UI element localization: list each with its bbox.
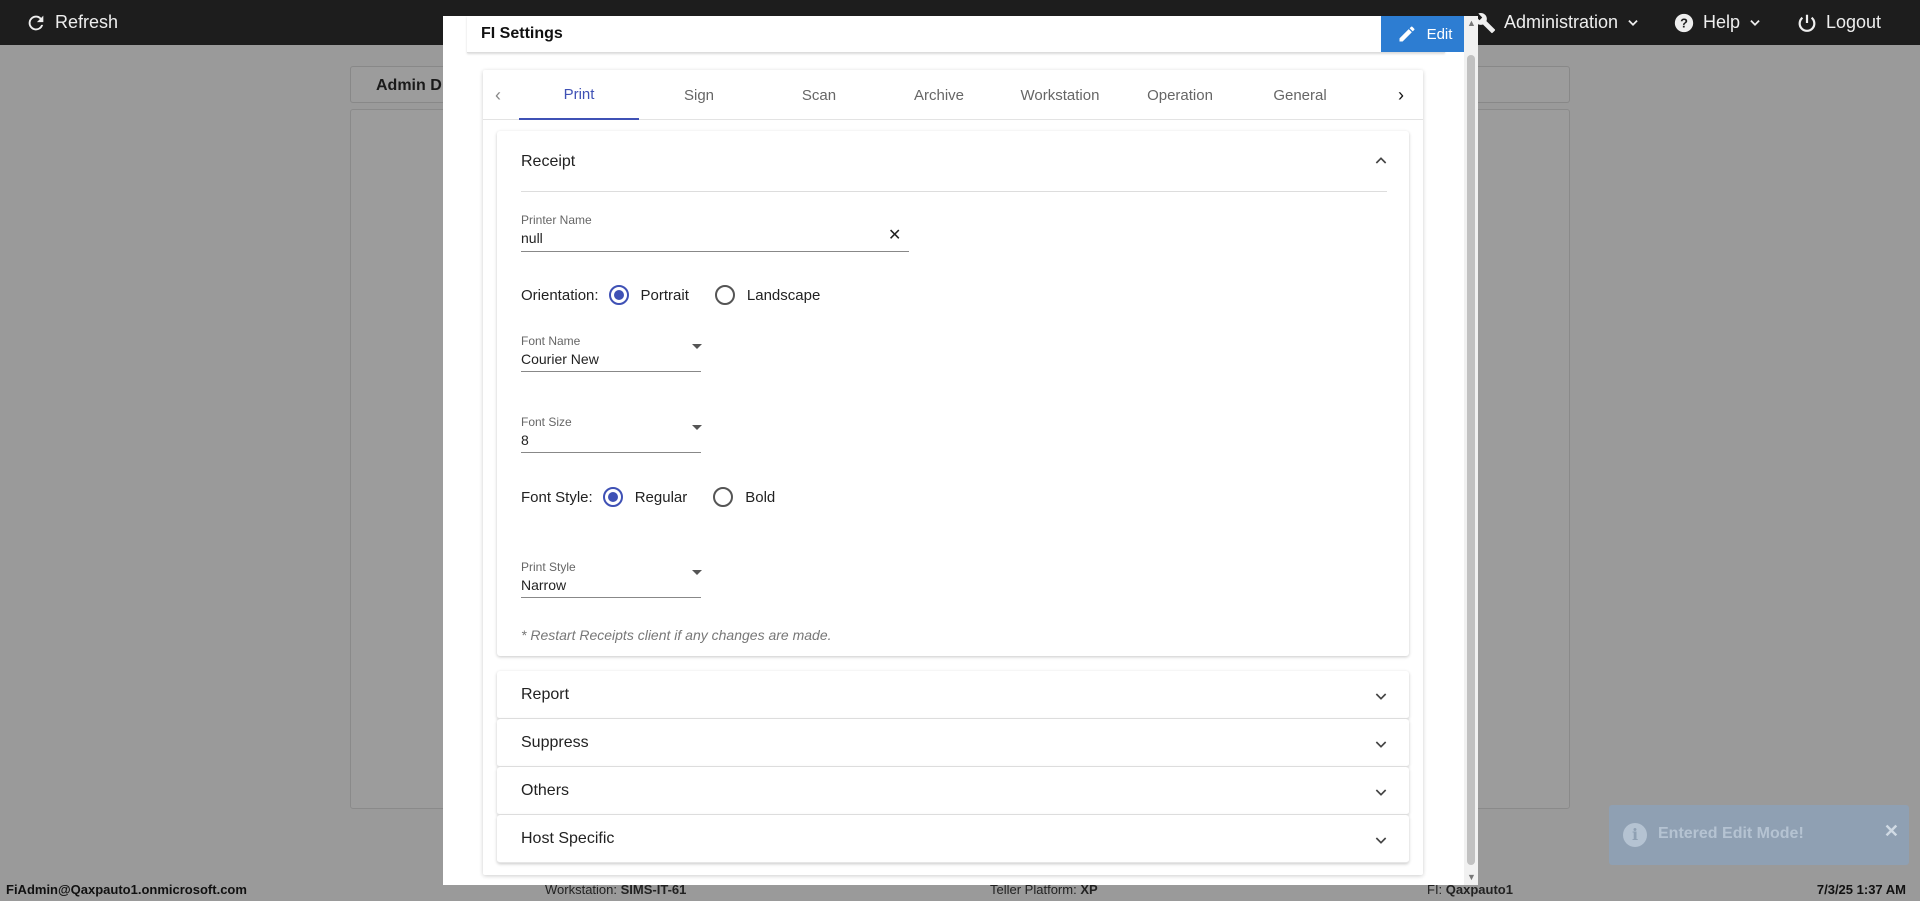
landscape-label[interactable]: Landscape [747,287,820,304]
regular-label[interactable]: Regular [635,489,688,506]
toast-notification: i Entered Edit Mode! ✕ [1609,805,1909,865]
font-style-label: Font Style: [521,488,593,506]
edit-label: Edit [1426,25,1453,43]
bold-radio[interactable] [713,487,734,507]
receipt-divider [521,191,1387,192]
landscape-radio[interactable] [714,285,735,305]
print-style-label: Print Style [521,560,576,574]
chevron-up-icon[interactable] [1373,153,1389,169]
svg-text:?: ? [1680,15,1688,30]
scroll-up-icon[interactable]: ▲ [1467,18,1476,28]
tab-scroll-right-icon[interactable]: › [1398,85,1404,106]
info-icon: i [1623,823,1647,847]
chevron-down-icon[interactable] [1373,688,1389,704]
edit-button[interactable]: Edit [1381,16,1468,52]
dropdown-caret-icon[interactable] [692,425,702,430]
orientation-label: Orientation: [521,286,599,304]
settings-card: ‹ Print Sign Scan Archive Workstation Op… [483,70,1423,875]
administration-label: Administration [1504,12,1619,32]
printer-name-label: Printer Name [521,213,592,227]
chevron-down-icon [1628,19,1638,26]
font-size-label: Font Size [521,415,572,429]
font-size-underline [521,452,701,453]
logout-label: Logout [1826,12,1882,32]
dropdown-caret-icon[interactable] [692,570,702,575]
host-specific-header[interactable]: Host Specific [521,830,614,848]
font-name-select[interactable]: Courier New [521,351,599,367]
others-section[interactable]: Others [497,767,1409,815]
font-name-underline [521,371,701,372]
font-style-group: Font Style: Regular Bold [521,487,775,507]
restart-note: * Restart Receipts client if any changes… [521,627,832,643]
suppress-header[interactable]: Suppress [521,734,589,752]
modal-title: FI Settings [481,25,563,42]
help-menu[interactable]: ? Help [1673,0,1762,45]
others-header[interactable]: Others [521,782,569,800]
portrait-label[interactable]: Portrait [641,287,689,304]
printer-name-input[interactable]: null [521,230,543,246]
power-icon [1798,14,1816,32]
refresh-label: Refresh [55,12,119,32]
print-style-select[interactable]: Narrow [521,577,566,593]
status-datetime: 7/3/25 1:37 AM [1816,882,1906,897]
print-style-underline [521,597,701,598]
tab-archive[interactable]: Archive [879,70,999,120]
clear-icon[interactable]: ✕ [888,225,901,245]
status-user: FiAdmin@Qaxpauto1.onmicrosoft.com [6,882,247,897]
receipt-panel: Receipt Printer Name null ✕ Orientation:… [497,131,1409,656]
tab-scan[interactable]: Scan [759,70,879,120]
refresh-icon [28,15,44,30]
dropdown-caret-icon[interactable] [692,344,702,349]
regular-radio[interactable] [602,487,623,507]
help-label: Help [1703,12,1741,32]
tab-sign[interactable]: Sign [639,70,759,120]
chevron-down-icon[interactable] [1373,784,1389,800]
help-icon: ? [1674,13,1694,32]
orientation-group: Orientation: Portrait Landscape [521,285,820,305]
report-header[interactable]: Report [521,686,569,704]
logout-button[interactable]: Logout [1796,0,1881,45]
printer-name-underline [521,251,909,252]
fi-settings-modal: FI Settings Edit ▲ ▼ ‹ Print Sign Scan A… [443,16,1478,885]
modal-title-bar: FI Settings Edit [467,16,1468,53]
toast-message: Entered Edit Mode! [1658,825,1804,842]
administration-menu[interactable]: Administration [1474,0,1640,45]
font-size-select[interactable]: 8 [521,432,529,448]
portrait-radio[interactable] [608,285,629,305]
suppress-section[interactable]: Suppress [497,719,1409,767]
tab-general[interactable]: General [1240,70,1360,120]
report-section[interactable]: Report [497,671,1409,719]
modal-scrollbar-thumb[interactable] [1467,55,1475,865]
refresh-button[interactable]: Refresh [25,0,118,45]
scroll-down-icon[interactable]: ▼ [1467,872,1476,882]
chevron-down-icon[interactable] [1373,832,1389,848]
font-name-label: Font Name [521,334,581,348]
admin-dashboard-title: Admin D [376,77,442,94]
chevron-down-icon[interactable] [1373,736,1389,752]
bold-label[interactable]: Bold [745,489,775,506]
host-specific-section[interactable]: Host Specific [497,815,1409,863]
tab-scroll-left-icon[interactable]: ‹ [495,85,501,106]
receipt-header[interactable]: Receipt [521,153,575,171]
tab-workstation[interactable]: Workstation [1000,70,1120,120]
settings-tabs: ‹ Print Sign Scan Archive Workstation Op… [483,70,1423,120]
tab-operation[interactable]: Operation [1120,70,1240,120]
pencil-icon [1399,26,1415,42]
tab-print[interactable]: Print [519,70,639,120]
chevron-down-icon [1750,19,1760,26]
toast-close-icon[interactable]: ✕ [1884,821,1899,842]
